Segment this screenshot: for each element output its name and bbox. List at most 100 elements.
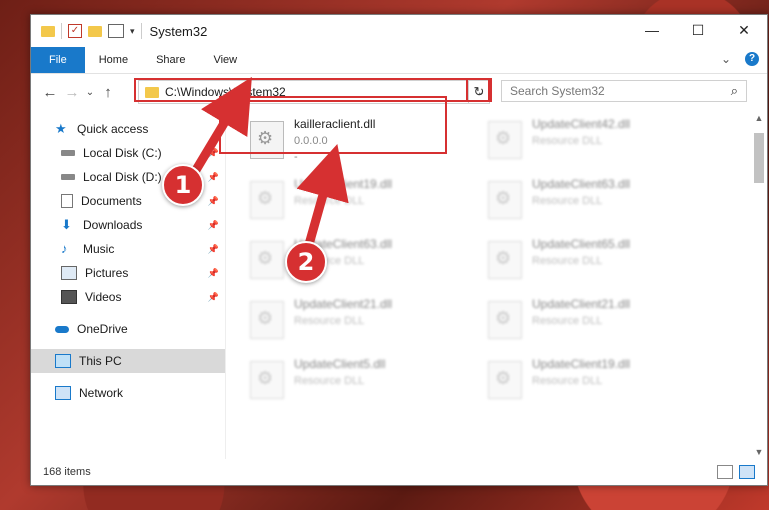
- sidebar-item-quick-access[interactable]: ★ Quick access: [31, 117, 225, 141]
- sidebar-item-label: Local Disk (C:): [83, 146, 162, 160]
- sidebar-item-label: Local Disk (D:): [83, 170, 162, 184]
- up-arrow-icon[interactable]: ↑: [97, 84, 119, 101]
- divider: [140, 23, 142, 39]
- main-area: ★ Quick access Local Disk (C:) 📌 Local D…: [31, 111, 767, 459]
- sidebar-item-network[interactable]: Network: [31, 381, 225, 405]
- sidebar-item-this-pc[interactable]: This PC: [31, 349, 225, 373]
- pin-icon[interactable]: 📌: [208, 244, 219, 255]
- file-description: Resource DLL: [532, 195, 603, 207]
- forward-arrow-icon[interactable]: →: [61, 84, 83, 101]
- documents-icon: [61, 194, 73, 208]
- star-icon: ★: [55, 121, 67, 136]
- new-folder-icon[interactable]: [88, 25, 102, 37]
- sidebar-item-downloads[interactable]: ⬇ Downloads 📌: [31, 213, 225, 237]
- sidebar-item-label: Music: [83, 242, 115, 256]
- music-icon: ♪: [61, 241, 68, 256]
- file-item[interactable]: UpdateClient63.dll Resource DLL: [488, 177, 708, 229]
- help-icon[interactable]: ?: [745, 52, 759, 66]
- quick-access-toolbar: ✓ ▾: [31, 23, 142, 39]
- file-description: Resource DLL: [294, 195, 365, 207]
- dll-file-icon: [488, 181, 522, 219]
- file-description: Resource DLL: [532, 375, 603, 387]
- minimize-button[interactable]: —: [629, 15, 675, 45]
- pin-icon[interactable]: 📌: [208, 268, 219, 279]
- sidebar-item-label: This PC: [79, 354, 122, 368]
- maximize-button[interactable]: ☐: [675, 15, 721, 45]
- pin-icon[interactable]: 📌: [208, 196, 219, 207]
- file-item[interactable]: UpdateClient5.dll Resource DLL: [250, 357, 470, 409]
- pictures-icon: [61, 266, 77, 280]
- file-item[interactable]: UpdateClient42.dll Resource DLL: [488, 117, 708, 169]
- pin-icon[interactable]: 📌: [208, 292, 219, 303]
- cloud-icon: [55, 325, 69, 333]
- customize-icon[interactable]: [108, 24, 124, 38]
- qat-dropdown-icon[interactable]: ▾: [130, 26, 135, 37]
- recent-dropdown-icon[interactable]: ⌄: [83, 87, 97, 98]
- sidebar-item-local-disk-c[interactable]: Local Disk (C:) 📌: [31, 141, 225, 165]
- scroll-down-icon[interactable]: ▼: [751, 445, 767, 459]
- file-item[interactable]: UpdateClient63.dllResource DLL: [250, 237, 470, 289]
- drive-icon: [61, 174, 75, 180]
- dll-file-icon: [488, 121, 522, 159]
- back-arrow-icon[interactable]: ←: [39, 84, 61, 101]
- file-item[interactable]: UpdateClient21.dll Resource DLL: [488, 297, 708, 349]
- folder-icon: [41, 25, 55, 37]
- pin-icon[interactable]: 📌: [208, 220, 219, 231]
- file-item[interactable]: UpdateClient65.dll Resource DLL: [488, 237, 708, 289]
- view-toggles: [717, 465, 755, 479]
- tab-share[interactable]: Share: [142, 47, 199, 73]
- file-name: UpdateClient5.dll: [294, 357, 386, 371]
- pin-icon[interactable]: 📌: [208, 172, 219, 183]
- pin-icon[interactable]: 📌: [208, 148, 219, 159]
- file-name: UpdateClient21.dll: [532, 297, 631, 311]
- properties-check-icon[interactable]: ✓: [68, 24, 82, 38]
- ribbon-right: ⌄ ?: [721, 52, 759, 66]
- file-description: Resource DLL: [532, 135, 603, 147]
- sidebar-item-label: Documents: [81, 194, 142, 208]
- sidebar-item-label: Downloads: [83, 218, 143, 232]
- sidebar-item-label: Pictures: [85, 266, 129, 280]
- tiles-view-icon[interactable]: [739, 465, 755, 479]
- scroll-up-icon[interactable]: ▲: [751, 111, 767, 125]
- file-highlight: [219, 96, 447, 154]
- file-item[interactable]: UpdateClient19.dll Resource DLL: [250, 177, 470, 229]
- file-name: UpdateClient63.dll: [532, 177, 631, 191]
- window-controls: — ☐ ✕: [629, 15, 767, 45]
- step-1-badge: 1: [162, 164, 204, 206]
- file-item[interactable]: UpdateClient21.dll Resource DLL: [250, 297, 470, 349]
- search-box[interactable]: Search System32 ⌕: [501, 80, 747, 102]
- search-icon: ⌕: [730, 83, 738, 98]
- navigation-pane: ★ Quick access Local Disk (C:) 📌 Local D…: [31, 111, 225, 459]
- file-name: UpdateClient19.dll: [294, 177, 393, 191]
- downloads-icon: ⬇: [61, 217, 72, 232]
- sidebar-item-videos[interactable]: Videos 📌: [31, 285, 225, 309]
- vertical-scrollbar[interactable]: ▲ ▼: [751, 111, 767, 459]
- expand-ribbon-icon[interactable]: ⌄: [721, 52, 731, 66]
- file-item[interactable]: UpdateClient19.dll Resource DLL: [488, 357, 708, 409]
- tab-home[interactable]: Home: [85, 47, 142, 73]
- status-bar: 168 items: [31, 459, 767, 485]
- tab-file[interactable]: File: [31, 47, 85, 73]
- file-description: Resource DLL: [532, 255, 603, 267]
- file-description: Resource DLL: [294, 375, 365, 387]
- sidebar-item-music[interactable]: ♪ Music 📌: [31, 237, 225, 261]
- dll-file-icon: [488, 241, 522, 279]
- close-button[interactable]: ✕: [721, 15, 767, 45]
- dll-file-icon: [250, 361, 284, 399]
- dll-file-icon: [250, 301, 284, 339]
- search-input[interactable]: Search System32: [510, 84, 731, 98]
- divider: [61, 23, 62, 39]
- details-view-icon[interactable]: [717, 465, 733, 479]
- sidebar-item-pictures[interactable]: Pictures 📌: [31, 261, 225, 285]
- window-title: System32: [149, 23, 208, 39]
- tab-view[interactable]: View: [199, 47, 251, 73]
- sidebar-item-label: OneDrive: [77, 322, 128, 336]
- sidebar-item-onedrive[interactable]: OneDrive: [31, 317, 225, 341]
- scroll-thumb[interactable]: [754, 133, 764, 183]
- file-description: Resource DLL: [294, 315, 365, 327]
- file-description: Resource DLL: [532, 315, 603, 327]
- dll-file-icon: [488, 361, 522, 399]
